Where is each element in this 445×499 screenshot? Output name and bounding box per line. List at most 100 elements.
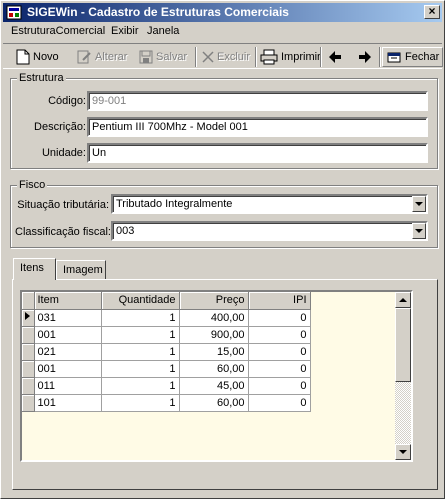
- cell-item[interactable]: 001: [34, 360, 102, 378]
- arrow-right-icon: [359, 51, 371, 63]
- toolbar-separator: [195, 47, 197, 67]
- novo-label: Novo: [33, 51, 59, 63]
- cell-quantidade[interactable]: 1: [101, 343, 180, 361]
- situacao-select[interactable]: Tributado Integralmente: [111, 194, 428, 214]
- next-button[interactable]: [355, 47, 375, 67]
- save-icon: [139, 50, 153, 64]
- table-row[interactable]: 031 1 400,00 0: [22, 309, 311, 327]
- table-row[interactable]: 011 1 45,00 0: [22, 377, 311, 395]
- salvar-label: Salvar: [156, 51, 188, 63]
- cell-quantidade[interactable]: 1: [101, 360, 180, 378]
- excluir-button[interactable]: Excluir: [199, 47, 253, 67]
- cell-preco[interactable]: 45,00: [179, 377, 249, 395]
- vertical-scrollbar[interactable]: [395, 292, 411, 460]
- cell-ipi[interactable]: 0: [248, 360, 311, 378]
- salvar-button[interactable]: Salvar: [136, 47, 190, 67]
- cell-preco[interactable]: 900,00: [179, 326, 249, 344]
- app-icon: [6, 5, 22, 20]
- situacao-value: Tributado Integralmente: [116, 198, 233, 210]
- table-row[interactable]: 101 1 60,00 0: [22, 394, 311, 412]
- arrow-down-icon: [399, 450, 407, 454]
- new-document-icon: [16, 49, 30, 65]
- cell-ipi[interactable]: 0: [248, 309, 311, 327]
- scroll-thumb[interactable]: [395, 308, 411, 382]
- fechar-button[interactable]: Fechar: [382, 47, 444, 67]
- row-indicator: [22, 326, 35, 344]
- fisco-group-label: Fisco: [17, 179, 48, 191]
- cell-quantidade[interactable]: 1: [101, 377, 180, 395]
- classificacao-dropdown-button[interactable]: [412, 223, 426, 239]
- codigo-field[interactable]: 99-001: [87, 91, 428, 111]
- cell-item[interactable]: 031: [34, 309, 102, 327]
- cell-ipi[interactable]: 0: [248, 326, 311, 344]
- cell-quantidade[interactable]: 1: [101, 309, 180, 327]
- table-row[interactable]: 001 1 60,00 0: [22, 360, 311, 378]
- menu-exibir[interactable]: Exibir: [111, 25, 139, 37]
- classificacao-label: Classificação fiscal:: [15, 226, 111, 238]
- cell-preco[interactable]: 60,00: [179, 360, 249, 378]
- excluir-label: Excluir: [217, 51, 251, 63]
- unidade-label: Unidade:: [41, 147, 86, 159]
- column-header-quantidade[interactable]: Quantidade: [101, 292, 180, 310]
- scroll-up-button[interactable]: [395, 292, 411, 308]
- items-grid[interactable]: Item Quantidade Preço IPI 031 1 400,00 0: [20, 290, 413, 462]
- cell-preco[interactable]: 400,00: [179, 309, 249, 327]
- column-header-item[interactable]: Item: [34, 292, 102, 310]
- scroll-down-button[interactable]: [395, 444, 411, 460]
- cell-item[interactable]: 021: [34, 343, 102, 361]
- alterar-button[interactable]: Alterar: [73, 47, 130, 67]
- cell-item[interactable]: 101: [34, 394, 102, 412]
- window-title: SIGEWin - Cadastro de Estruturas Comerci…: [27, 5, 289, 19]
- menu-janela[interactable]: Janela: [147, 25, 179, 37]
- novo-button[interactable]: Novo: [13, 47, 62, 67]
- row-indicator: [22, 360, 35, 378]
- unidade-field[interactable]: Un: [87, 143, 428, 163]
- row-indicator: [22, 394, 35, 412]
- current-row-icon: [25, 312, 30, 320]
- situacao-dropdown-button[interactable]: [412, 196, 426, 212]
- grid-corner: [22, 292, 35, 310]
- column-header-ipi[interactable]: IPI: [248, 292, 311, 310]
- toolbar-separator: [379, 47, 381, 67]
- close-button[interactable]: ×: [424, 5, 440, 19]
- fechar-label: Fechar: [405, 51, 440, 63]
- classificacao-select[interactable]: 003: [111, 221, 428, 241]
- column-header-preco[interactable]: Preço: [179, 292, 249, 310]
- cell-preco[interactable]: 60,00: [179, 394, 249, 412]
- table-row[interactable]: 021 1 15,00 0: [22, 343, 311, 361]
- menu-estruturacomercial[interactable]: EstruturaComercial: [11, 25, 105, 37]
- arrow-left-icon: [329, 51, 341, 63]
- edit-icon: [77, 50, 91, 64]
- row-indicator: [22, 377, 35, 395]
- cell-ipi[interactable]: 0: [248, 394, 311, 412]
- classificacao-value: 003: [116, 225, 135, 237]
- cell-quantidade[interactable]: 1: [101, 326, 180, 344]
- cell-ipi[interactable]: 0: [248, 343, 311, 361]
- toolbar-separator: [320, 47, 322, 67]
- alterar-label: Alterar: [95, 51, 128, 63]
- previous-button[interactable]: [325, 47, 345, 67]
- imprimir-button[interactable]: Imprimir: [257, 47, 324, 67]
- descricao-label: Descrição:: [34, 121, 86, 133]
- menu-bar: EstruturaComercial Exibir Janela: [3, 23, 442, 41]
- cell-item[interactable]: 011: [34, 377, 102, 395]
- codigo-label: Código:: [48, 95, 86, 107]
- cell-item[interactable]: 001: [34, 326, 102, 344]
- toolbar: Novo Alterar Salvar Excluir Imprimir Fec…: [3, 43, 444, 69]
- title-bar[interactable]: SIGEWin - Cadastro de Estruturas Comerci…: [3, 3, 442, 22]
- delete-icon: [202, 51, 214, 63]
- table-row[interactable]: 001 1 900,00 0: [22, 326, 311, 344]
- cell-preco[interactable]: 15,00: [179, 343, 249, 361]
- tab-imagem[interactable]: Imagem: [56, 260, 106, 280]
- main-window: SIGEWin - Cadastro de Estruturas Comerci…: [0, 0, 445, 499]
- chevron-down-icon: [415, 202, 423, 206]
- cell-ipi[interactable]: 0: [248, 377, 311, 395]
- printer-icon: [260, 49, 278, 65]
- cell-quantidade[interactable]: 1: [101, 394, 180, 412]
- tab-itens[interactable]: Itens: [13, 258, 56, 280]
- close-door-icon: [387, 52, 401, 63]
- estrutura-group-label: Estrutura: [17, 72, 66, 84]
- situacao-label: Situação tributária:: [17, 199, 109, 211]
- chevron-down-icon: [415, 229, 423, 233]
- descricao-field[interactable]: Pentium III 700Mhz - Model 001: [87, 117, 428, 137]
